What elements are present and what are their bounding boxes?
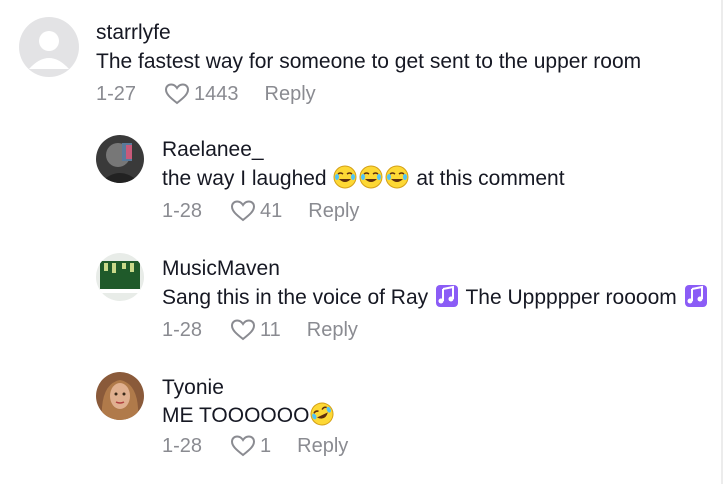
comment-text: ME TOOOOOO [162, 402, 348, 429]
heart-icon [230, 434, 256, 458]
like-button[interactable]: 1443 [164, 79, 239, 109]
comment-date: 1-28 [162, 319, 203, 341]
user-photo-icon [96, 135, 144, 183]
comment-date: 1-27 [96, 83, 137, 105]
avatar[interactable] [19, 17, 79, 77]
comment-username[interactable]: Raelanee_ [162, 137, 565, 163]
reply-button[interactable]: Reply [308, 196, 359, 226]
user-photo-icon [96, 372, 144, 420]
like-count: 1443 [194, 83, 239, 105]
heart-icon [230, 318, 256, 342]
comment-text-part: Sang this in the voice of Ray [162, 286, 429, 309]
avatar[interactable] [96, 253, 144, 301]
user-photo-icon [96, 253, 144, 301]
like-count: 41 [260, 200, 283, 222]
laughing-tears-emoji-icon [359, 165, 383, 189]
heart-icon [164, 82, 190, 106]
comment-username[interactable]: Tyonie [162, 375, 348, 401]
reply-button[interactable]: Reply [297, 431, 348, 461]
like-button[interactable]: 41 [230, 196, 282, 226]
comment-text-part: The Uppppper roooom [465, 286, 677, 309]
music-notes-emoji-icon [435, 284, 459, 308]
comment-text-part: the way I laughed [162, 167, 327, 190]
laughing-tears-emoji-icon [385, 165, 409, 189]
like-count: 11 [260, 319, 281, 341]
comment-text: The fastest way for someone to get sent … [96, 50, 642, 73]
like-count: 1 [260, 435, 272, 457]
like-button[interactable]: 11 [230, 315, 281, 345]
avatar[interactable] [96, 372, 144, 420]
comment-username[interactable]: starrlyfe [96, 20, 641, 46]
default-avatar-icon [19, 17, 79, 77]
comment-text-part: ME TOOOOOO [162, 404, 310, 427]
avatar[interactable] [96, 135, 144, 183]
like-button[interactable]: 1 [230, 431, 271, 461]
reply-button[interactable]: Reply [307, 315, 358, 345]
comment-text: Sang this in the voice of Ray The Uppppp… [162, 283, 709, 313]
comment-username[interactable]: MusicMaven [162, 256, 709, 282]
comment-date: 1-28 [162, 200, 203, 222]
comment-text-part: at this comment [416, 167, 565, 190]
heart-icon [230, 199, 256, 223]
laughing-tears-emoji-icon [333, 165, 357, 189]
music-notes-emoji-icon [684, 284, 708, 308]
reply-button[interactable]: Reply [265, 79, 316, 109]
comment-text: the way I laughed at this comment [162, 164, 565, 194]
rolling-laughing-emoji-icon [310, 402, 334, 426]
comment-date: 1-28 [162, 435, 203, 457]
